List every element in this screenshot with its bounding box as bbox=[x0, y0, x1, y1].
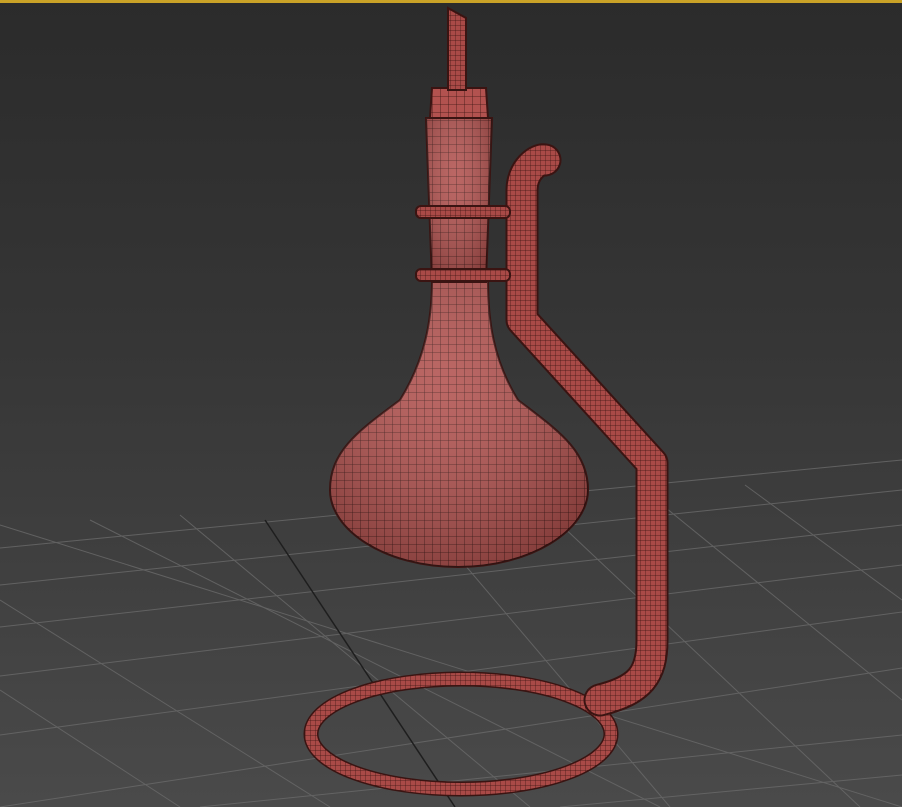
flask-neck[interactable] bbox=[424, 117, 494, 283]
flask-body[interactable] bbox=[328, 279, 590, 569]
viewport-scene[interactable] bbox=[0, 0, 902, 807]
glass-tube[interactable] bbox=[447, 6, 467, 91]
3d-viewport[interactable] bbox=[0, 0, 902, 807]
flask-stopper[interactable] bbox=[428, 87, 490, 119]
neck-clamp-upper[interactable] bbox=[415, 205, 511, 219]
neck-clamp-lower[interactable] bbox=[415, 268, 511, 282]
ring-base[interactable] bbox=[303, 671, 619, 797]
